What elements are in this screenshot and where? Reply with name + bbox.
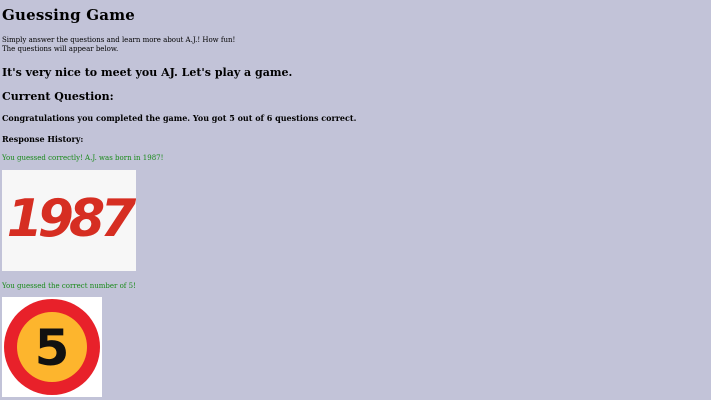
response-message-2: You guessed the correct number of 5!	[2, 282, 136, 290]
response-message-1: You guessed correctly! A.J. was born in …	[2, 154, 164, 162]
number-5-sign-graphic: 5	[4, 299, 100, 395]
year-1987-image: 1987	[2, 170, 143, 271]
greeting-heading: It's very nice to meet you AJ. Let's pla…	[2, 66, 293, 79]
year-1987-text: 1987	[7, 189, 136, 249]
intro-text: Simply answer the questions and learn mo…	[2, 36, 235, 54]
intro-line-1: Simply answer the questions and learn mo…	[2, 36, 236, 44]
response-history-heading: Response History:	[2, 134, 84, 144]
current-question-text: Congratulations you completed the game. …	[2, 113, 357, 123]
year-1987-graphic: 1987	[7, 189, 143, 249]
intro-line-2: The questions will appear below.	[2, 45, 119, 53]
page: Guessing Game Simply answer the question…	[0, 0, 711, 400]
current-question-heading: Current Question:	[2, 90, 114, 103]
page-title: Guessing Game	[2, 6, 136, 24]
sign-number-text: 5	[35, 319, 70, 377]
number-5-sign-image: 5	[2, 297, 102, 397]
